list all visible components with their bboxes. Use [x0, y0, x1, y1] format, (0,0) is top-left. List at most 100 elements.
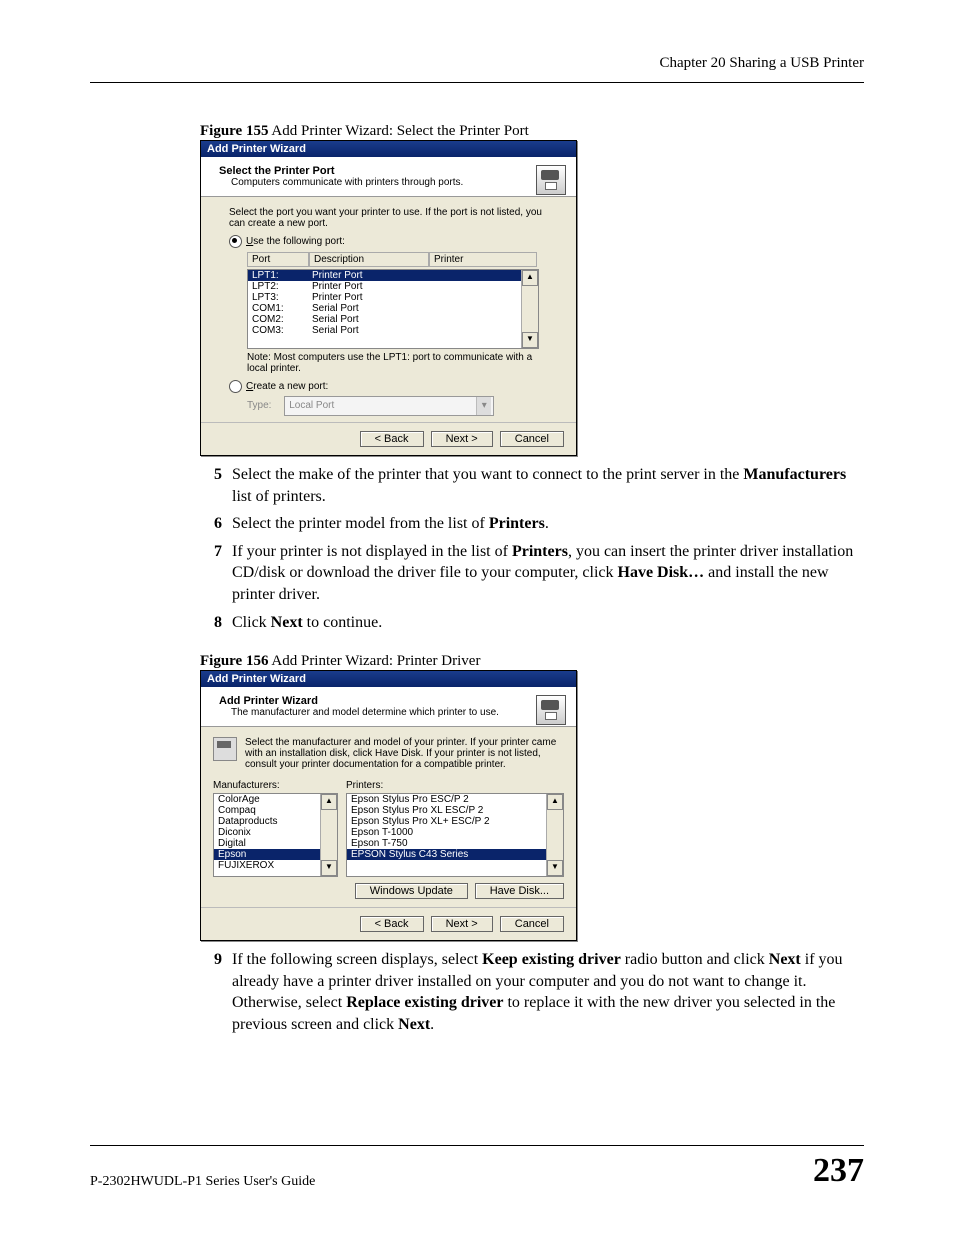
- step-text: If the following screen displays, select…: [232, 949, 864, 1035]
- guide-title: P-2302HWUDL-P1 Series User's Guide: [90, 1174, 315, 1190]
- scroll-up-icon[interactable]: ▲: [321, 794, 337, 810]
- type-label: Type:: [247, 400, 271, 411]
- port-note: Note: Most computers use the LPT1: port …: [247, 352, 554, 374]
- windows-update-button[interactable]: Windows Update: [355, 883, 468, 899]
- step-text: If your printer is not displayed in the …: [232, 541, 864, 606]
- back-button[interactable]: < Back: [360, 431, 424, 447]
- back-button[interactable]: < Back: [360, 916, 424, 932]
- printer-icon: [536, 165, 566, 195]
- figure-156-title: Add Printer Wizard: Printer Driver: [268, 653, 480, 669]
- dialog-body: Select the manufacturer and model of you…: [201, 727, 576, 907]
- page-footer: P-2302HWUDL-P1 Series User's Guide 237: [90, 1145, 864, 1190]
- dialog-subheading: Computers communicate with printers thro…: [231, 177, 566, 188]
- list-item[interactable]: Compaq: [214, 805, 321, 816]
- step-text: Select the make of the printer that you …: [232, 464, 864, 507]
- port-listbox[interactable]: LPT1:Printer Port LPT2:Printer Port LPT3…: [247, 269, 539, 349]
- th-port[interactable]: Port: [247, 252, 309, 267]
- step-text: Select the printer model from the list o…: [232, 513, 864, 535]
- step-6: 6 Select the printer model from the list…: [200, 513, 864, 535]
- scrollbar[interactable]: ▲ ▼: [546, 794, 563, 876]
- manual-page: Chapter 20 Sharing a USB Printer Figure …: [0, 0, 954, 1235]
- port-table-header: Port Description Printer: [247, 252, 537, 267]
- create-port-radio[interactable]: Create a new port:: [229, 380, 554, 393]
- instruction-text: Select the port you want your printer to…: [229, 207, 554, 229]
- port-row-com1[interactable]: COM1:Serial Port: [248, 303, 538, 314]
- port-row-com3[interactable]: COM3:Serial Port: [248, 325, 538, 336]
- list-item[interactable]: Epson T-750: [347, 838, 547, 849]
- list-item[interactable]: Epson Stylus Pro XL+ ESC/P 2: [347, 816, 547, 827]
- list-item[interactable]: Epson T-1000: [347, 827, 547, 838]
- figure-156-number: Figure 156: [200, 653, 268, 669]
- scrollbar[interactable]: ▲ ▼: [320, 794, 337, 876]
- th-printer[interactable]: Printer: [429, 252, 537, 267]
- manufacturers-label: Manufacturers:: [213, 780, 338, 791]
- port-row-lpt3[interactable]: LPT3:Printer Port: [248, 292, 538, 303]
- list-item[interactable]: ColorAge: [214, 794, 321, 805]
- printers-listbox[interactable]: Epson Stylus Pro ESC/P 2 Epson Stylus Pr…: [346, 793, 564, 877]
- figure-155-number: Figure 155: [200, 123, 268, 139]
- port-type-combo[interactable]: Local Port: [284, 396, 494, 416]
- cancel-button[interactable]: Cancel: [500, 431, 564, 447]
- cancel-button[interactable]: Cancel: [500, 916, 564, 932]
- dialog-header: Add Printer Wizard The manufacturer and …: [201, 687, 576, 727]
- printer-icon: [536, 695, 566, 725]
- have-disk-button[interactable]: Have Disk...: [475, 883, 564, 899]
- manufacturers-listbox[interactable]: ColorAge Compaq Dataproducts Diconix Dig…: [213, 793, 338, 877]
- step-number: 8: [200, 612, 222, 634]
- list-item[interactable]: Epson Stylus Pro ESC/P 2: [347, 794, 547, 805]
- figure-155-title: Add Printer Wizard: Select the Printer P…: [268, 123, 528, 139]
- dialog-button-row: < Back Next > Cancel: [201, 422, 576, 455]
- list-item-selected[interactable]: Epson: [214, 849, 321, 860]
- dialog-header: Select the Printer Port Computers commun…: [201, 157, 576, 197]
- printer-small-icon: [213, 737, 237, 761]
- step-list: 5 Select the make of the printer that yo…: [200, 464, 864, 633]
- next-button[interactable]: Next >: [431, 916, 493, 932]
- scroll-down-icon[interactable]: ▼: [321, 860, 337, 876]
- page-number: 237: [813, 1152, 864, 1190]
- scroll-down-icon[interactable]: ▼: [522, 332, 538, 348]
- scroll-up-icon[interactable]: ▲: [522, 270, 538, 286]
- step-number: 9: [200, 949, 222, 1035]
- dialog-heading: Add Printer Wizard: [219, 695, 566, 707]
- next-button[interactable]: Next >: [431, 431, 493, 447]
- dialog-button-row: < Back Next > Cancel: [201, 907, 576, 940]
- figure-156-caption: Figure 156 Add Printer Wizard: Printer D…: [200, 653, 864, 670]
- step-number: 5: [200, 464, 222, 507]
- chapter-header: Chapter 20 Sharing a USB Printer: [90, 55, 864, 72]
- port-row-lpt2[interactable]: LPT2:Printer Port: [248, 281, 538, 292]
- wizard-port-dialog: Add Printer Wizard Select the Printer Po…: [200, 140, 577, 456]
- step-7: 7 If your printer is not displayed in th…: [200, 541, 864, 606]
- step-number: 7: [200, 541, 222, 606]
- step-number: 6: [200, 513, 222, 535]
- list-item[interactable]: Epson Stylus Pro XL ESC/P 2: [347, 805, 547, 816]
- list-item[interactable]: Digital: [214, 838, 321, 849]
- port-row-lpt1[interactable]: LPT1:Printer Port: [248, 270, 538, 281]
- create-port-label: Create a new port:: [246, 381, 328, 392]
- scroll-down-icon[interactable]: ▼: [547, 860, 563, 876]
- dialog-titlebar: Add Printer Wizard: [201, 671, 576, 687]
- step-list-2: 9 If the following screen displays, sele…: [200, 949, 864, 1035]
- use-port-label: UUse the following port:se the following…: [246, 236, 345, 247]
- step-9: 9 If the following screen displays, sele…: [200, 949, 864, 1035]
- list-item-selected[interactable]: EPSON Stylus C43 Series: [347, 849, 547, 860]
- list-item[interactable]: Diconix: [214, 827, 321, 838]
- radio-icon: [229, 235, 242, 248]
- dialog-heading: Select the Printer Port: [219, 165, 566, 177]
- lists-row: Manufacturers: ColorAge Compaq Dataprodu…: [213, 780, 564, 877]
- dialog-subheading: The manufacturer and model determine whi…: [231, 707, 566, 718]
- th-description[interactable]: Description: [309, 252, 429, 267]
- list-item[interactable]: FUJIXEROX: [214, 860, 321, 871]
- port-type-row: Type: Local Port: [247, 396, 554, 416]
- scroll-up-icon[interactable]: ▲: [547, 794, 563, 810]
- step-5: 5 Select the make of the printer that yo…: [200, 464, 864, 507]
- dialog-titlebar: Add Printer Wizard: [201, 141, 576, 157]
- disk-button-row: Windows Update Have Disk...: [213, 883, 564, 899]
- info-text: Select the manufacturer and model of you…: [245, 737, 564, 770]
- radio-icon: [229, 380, 242, 393]
- figure-155-caption: Figure 155 Add Printer Wizard: Select th…: [200, 123, 864, 140]
- port-row-com2[interactable]: COM2:Serial Port: [248, 314, 538, 325]
- header-rule: [90, 82, 864, 83]
- use-port-radio[interactable]: UUse the following port:se the following…: [229, 235, 554, 248]
- scrollbar[interactable]: ▲ ▼: [521, 270, 538, 348]
- list-item[interactable]: Dataproducts: [214, 816, 321, 827]
